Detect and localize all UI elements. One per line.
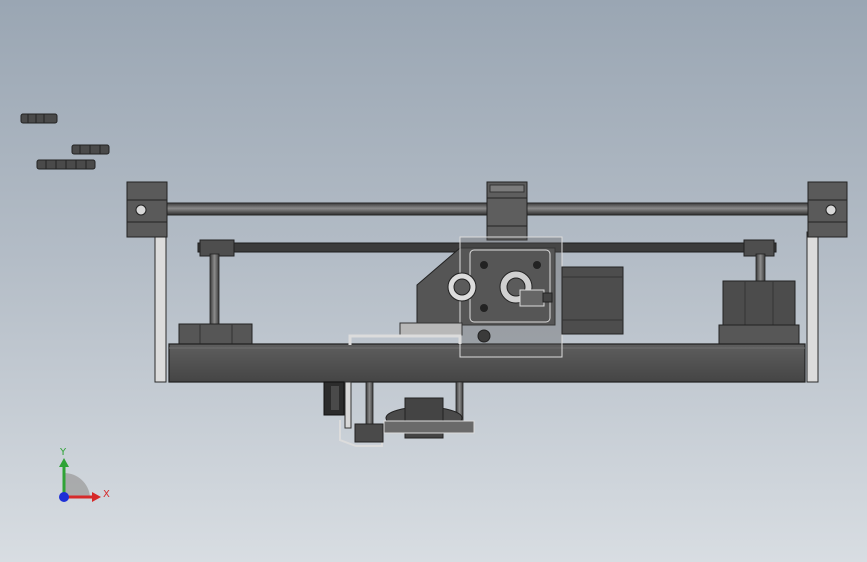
right-motor[interactable] [718, 280, 800, 346]
x-axis-arrow [92, 492, 101, 502]
left-rod-hole [135, 204, 147, 216]
triad-rotation-arc [64, 472, 90, 497]
right-upright[interactable] [806, 231, 819, 383]
y-axis-label: Y [59, 447, 67, 458]
left-nut-block[interactable] [178, 323, 253, 347]
y-axis-arrow [59, 458, 69, 467]
x-axis-label: X [103, 489, 110, 500]
rod-bearing-block[interactable] [486, 181, 528, 241]
bottom-rod-left[interactable] [365, 381, 374, 427]
under-plate-assembly[interactable] [323, 381, 475, 447]
left-upright[interactable] [154, 231, 167, 383]
left-rod-block[interactable] [126, 181, 168, 238]
coordinate-triad: Y X [59, 447, 110, 502]
loose-parts[interactable] [20, 113, 110, 170]
cad-model-view[interactable]: Y X [0, 0, 867, 562]
carriage-plate[interactable] [399, 322, 463, 336]
spacer-part-1[interactable] [20, 113, 58, 124]
z-axis-dot [59, 492, 69, 502]
extruder-motor[interactable] [561, 266, 624, 335]
right-rod-hole [825, 204, 837, 216]
bottom-gear-small[interactable] [354, 423, 384, 443]
left-vertical-rod[interactable] [209, 253, 220, 327]
extruder-carriage[interactable] [416, 236, 563, 358]
graphics-viewport[interactable]: Y X [0, 0, 867, 562]
